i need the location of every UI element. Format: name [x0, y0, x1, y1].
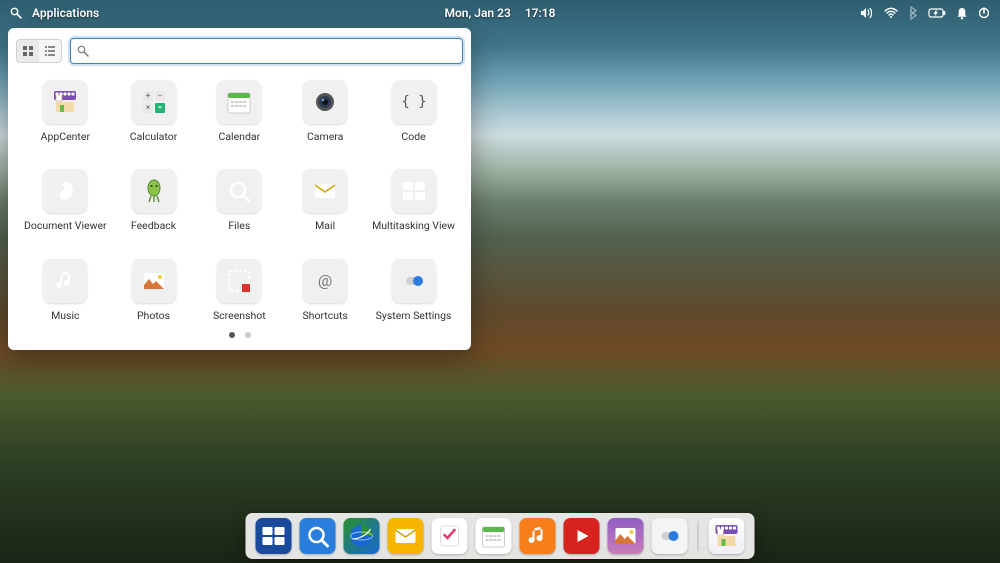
volume-icon[interactable] — [860, 7, 874, 19]
search-icon — [77, 42, 89, 61]
app-calendar[interactable]: Calendar — [198, 78, 280, 149]
docviewer-icon — [43, 169, 87, 213]
dock-music[interactable] — [520, 518, 556, 554]
svg-text:+: + — [145, 91, 150, 100]
svg-text:−: − — [157, 91, 162, 100]
app-grid: AppCenter +−× = Calculator Calendar Camera { }… — [16, 78, 463, 328]
music-icon — [43, 259, 87, 303]
wifi-icon[interactable] — [884, 7, 898, 19]
notifications-icon[interactable] — [956, 7, 968, 20]
topbar-date[interactable]: Mon, Jan 23 — [444, 6, 510, 20]
battery-icon[interactable] — [928, 7, 946, 19]
dock-photos[interactable] — [608, 518, 644, 554]
top-bar: Applications Mon, Jan 23 17:18 — [0, 0, 1000, 26]
svg-text:=: = — [157, 103, 161, 112]
photos-icon — [132, 259, 176, 303]
dock-files[interactable] — [300, 518, 336, 554]
app-settings[interactable]: System Settings — [370, 257, 457, 328]
app-label: Photos — [137, 309, 170, 322]
applications-panel: AppCenter +−× = Calculator Calendar Camera { }… — [8, 28, 471, 350]
list-view-button[interactable] — [39, 40, 61, 62]
settings-icon — [392, 259, 436, 303]
screenshot-icon — [217, 259, 261, 303]
app-photos[interactable]: Photos — [113, 257, 195, 328]
search-field[interactable] — [70, 38, 463, 64]
power-icon[interactable] — [978, 7, 990, 19]
applications-icon[interactable] — [10, 7, 22, 19]
svg-text:@: @ — [318, 271, 332, 290]
dock-settings[interactable] — [652, 518, 688, 554]
dock-separator — [698, 521, 699, 551]
dock-video[interactable] — [564, 518, 600, 554]
topbar-time[interactable]: 17:18 — [525, 6, 556, 20]
app-code[interactable]: { } Code — [370, 78, 457, 149]
bluetooth-icon[interactable] — [908, 6, 918, 20]
appcenter-icon — [43, 80, 87, 124]
dock-appcenter[interactable] — [709, 518, 745, 554]
app-label: Calculator — [130, 130, 178, 143]
app-label: Mail — [315, 219, 335, 232]
app-multitask[interactable]: Multitasking View — [370, 167, 457, 238]
search-input[interactable] — [95, 44, 456, 58]
svg-text:{ }: { } — [401, 94, 426, 110]
app-label: System Settings — [376, 309, 452, 322]
calculator-icon: +−× = — [132, 80, 176, 124]
app-files[interactable]: Files — [198, 167, 280, 238]
app-label: Feedback — [131, 219, 176, 232]
dock — [246, 513, 755, 559]
dock-web[interactable] — [344, 518, 380, 554]
app-label: Music — [51, 309, 79, 322]
multitask-icon — [392, 169, 436, 213]
app-mail[interactable]: Mail — [284, 167, 366, 238]
dock-multitask[interactable] — [256, 518, 292, 554]
grid-view-button[interactable] — [17, 40, 39, 62]
svg-text:×: × — [145, 103, 149, 112]
app-label: AppCenter — [41, 130, 90, 143]
code-icon: { } — [392, 80, 436, 124]
app-camera[interactable]: Camera — [284, 78, 366, 149]
app-label: Multitasking View — [372, 219, 455, 232]
applications-label[interactable]: Applications — [32, 6, 99, 20]
dock-mail[interactable] — [388, 518, 424, 554]
app-label: Shortcuts — [302, 309, 347, 322]
app-shortcuts[interactable]: @ Shortcuts — [284, 257, 366, 328]
app-feedback[interactable]: Feedback — [113, 167, 195, 238]
app-label: Calendar — [218, 130, 260, 143]
app-screenshot[interactable]: Screenshot — [198, 257, 280, 328]
page-dot-1[interactable] — [229, 332, 235, 338]
calendar-icon — [217, 80, 261, 124]
app-calculator[interactable]: +−× = Calculator — [113, 78, 195, 149]
camera-icon — [303, 80, 347, 124]
app-label: Screenshot — [213, 309, 266, 322]
app-label: Files — [228, 219, 250, 232]
page-dot-2[interactable] — [245, 332, 251, 338]
dock-tasks[interactable] — [432, 518, 468, 554]
app-music[interactable]: Music — [22, 257, 109, 328]
page-indicator — [16, 328, 463, 340]
app-appcenter[interactable]: AppCenter — [22, 78, 109, 149]
files-icon — [217, 169, 261, 213]
feedback-icon — [132, 169, 176, 213]
dock-calendar[interactable] — [476, 518, 512, 554]
shortcuts-icon: @ — [303, 259, 347, 303]
view-switcher — [16, 39, 62, 63]
mail-icon — [303, 169, 347, 213]
app-label: Camera — [307, 130, 343, 143]
app-label: Document Viewer — [24, 219, 107, 232]
app-docviewer[interactable]: Document Viewer — [22, 167, 109, 238]
app-label: Code — [401, 130, 425, 143]
